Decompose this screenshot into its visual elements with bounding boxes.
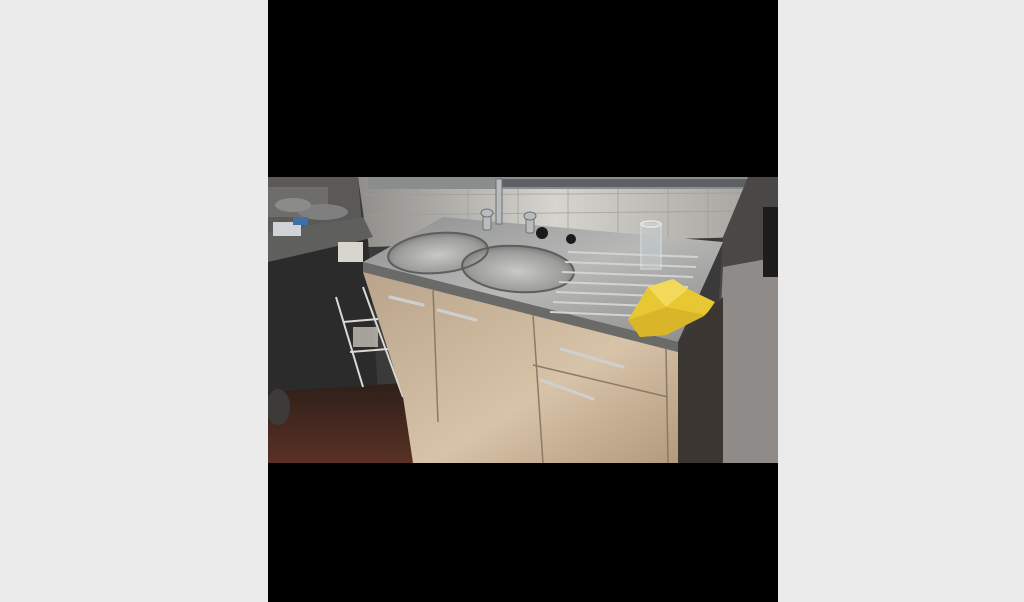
- drain-knob: [536, 227, 548, 239]
- kitchen-photo[interactable]: [268, 177, 778, 463]
- kitchen-sink-scene: [268, 177, 778, 463]
- letterbox-frame: [268, 0, 778, 602]
- drinking-glass: [640, 220, 662, 270]
- label-sticker: [338, 242, 363, 262]
- image-viewer: [0, 0, 1024, 602]
